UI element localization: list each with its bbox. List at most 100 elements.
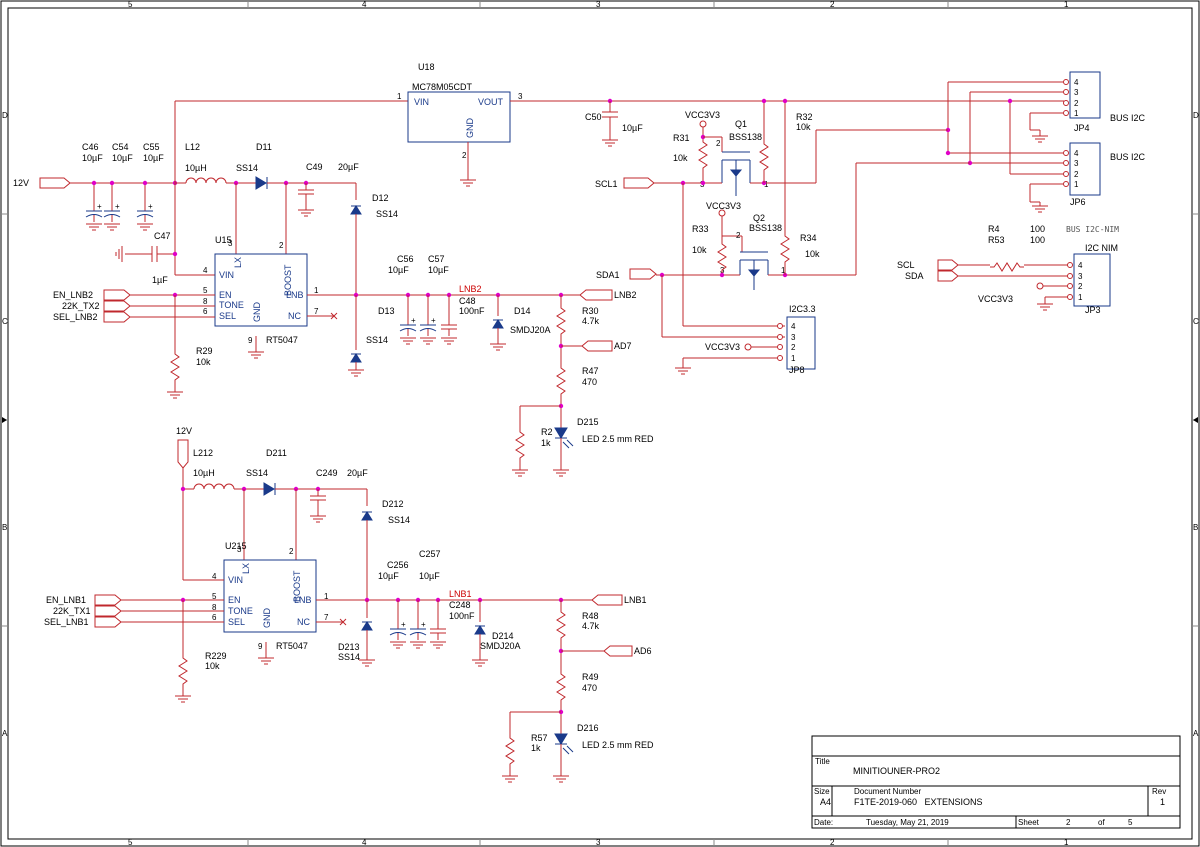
jp4-pin4: 4 [1074, 78, 1079, 87]
input-section: 12V C46 10µF C54 10µF C55 10µF C47 1µF [13, 100, 408, 285]
u15-lx: LX [233, 257, 243, 268]
r29-ref: R29 [196, 346, 213, 356]
row-label: B [1193, 523, 1198, 532]
jp4-ref: JP4 [1074, 123, 1090, 133]
bus-nim-label: BUS I2C-NIM [1066, 225, 1119, 234]
c55-ref: C55 [143, 142, 160, 152]
svg-text:2: 2 [736, 231, 741, 240]
d216-ref: D216 [577, 723, 599, 733]
c46-ref: C46 [82, 142, 99, 152]
col-label: 2 [830, 838, 835, 847]
u215-pin9: 9 [258, 642, 263, 651]
c249-val: 20µF [347, 468, 368, 478]
r57-ref: R57 [531, 733, 548, 743]
col-label: 5 [128, 0, 133, 9]
q1-val: BSS138 [729, 132, 762, 142]
jp6-pin4: 4 [1074, 149, 1079, 158]
port-22k-tx2: 22K_TX2 [62, 301, 100, 311]
col-label: 2 [830, 0, 835, 9]
c57-ref: C57 [428, 254, 445, 264]
u15-sel: SEL [219, 311, 236, 321]
r4-ref: R4 [988, 224, 1000, 234]
lnb2-converter: L12 10µH D11 SS14 C49 20µF D12 SS14 U15 … [53, 142, 654, 477]
c55-val: 10µF [143, 153, 164, 163]
c50-val: 10µF [622, 123, 643, 133]
d216-val: LED 2.5 mm RED [582, 740, 654, 750]
jp8-pin2: 2 [791, 343, 796, 352]
r2-ref: R2 [541, 427, 553, 437]
d11-ref: D11 [256, 142, 272, 152]
u215-pin2: 2 [289, 547, 294, 556]
col-label: 1 [1064, 0, 1069, 9]
u18-part: MC78M05CDT [412, 82, 473, 92]
size-value: A4 [820, 797, 831, 807]
q2-ref: Q2 [753, 213, 765, 223]
row-label: B [2, 523, 7, 532]
r34-val: 10k [805, 249, 820, 259]
u18-ref: U18 [418, 62, 435, 72]
c54-ref: C54 [112, 142, 129, 152]
jp4-label: BUS I2C [1110, 113, 1146, 123]
svg-text:2: 2 [716, 139, 721, 148]
c256-ref: C256 [387, 560, 409, 570]
u15-pin1: 1 [314, 286, 319, 295]
d12-ref: D12 [372, 193, 389, 203]
sheet-value: 2 [1066, 818, 1071, 827]
r30-ref: R30 [582, 306, 599, 316]
c47-val: 1µF [152, 275, 168, 285]
port-en-lnb2: EN_LNB2 [53, 290, 93, 300]
col-label: 3 [596, 838, 601, 847]
r2-val: 1k [541, 438, 551, 448]
col-label: 3 [596, 0, 601, 9]
lnb1-control-ports: EN_LNB1 22K_TX1 SEL_LNB1 [44, 594, 224, 628]
vcc3v3-label: VCC3V3 [685, 110, 720, 120]
d14-val: SMDJ20A [510, 325, 551, 335]
q2-val: BSS138 [749, 223, 782, 233]
u15-pin3: 3 [228, 239, 233, 248]
port-en-lnb1: EN_LNB1 [46, 595, 86, 605]
u15-pin9: 9 [248, 336, 253, 345]
port-sel-lnb2: SEL_LNB2 [53, 312, 98, 322]
lnb2-control-ports: EN_LNB2 22K_TX2 SEL_LNB2 [53, 289, 215, 323]
date-label: Date: [814, 818, 833, 827]
u215-pin7: 7 [324, 613, 329, 622]
port-scl1: SCL1 [595, 179, 618, 189]
c257-val: 10µF [419, 571, 440, 581]
c50-ref: C50 [585, 112, 602, 122]
u215-gnd: GND [262, 608, 272, 629]
i2c-section: C50 10µF VCC3V3 R31 10k 2 Q1 BSS138 3 1 … [585, 71, 1146, 375]
u18-vin: VIN [414, 97, 429, 107]
u18-pin2: 2 [462, 151, 467, 160]
row-label: C [2, 317, 8, 326]
r53-ref: R53 [988, 235, 1005, 245]
c48-ref: C48 [459, 296, 476, 306]
c54-val: 10µF [112, 153, 133, 163]
size-label: Size [814, 787, 830, 796]
net-12v-lnb1: 12V [176, 426, 192, 436]
jp3-pin1: 1 [1078, 293, 1083, 302]
port-sel-lnb1: SEL_LNB1 [44, 617, 89, 627]
d214-val: SMDJ20A [480, 641, 521, 651]
q1-ref: Q1 [735, 119, 747, 129]
u15-pin7: 7 [314, 307, 319, 316]
r32-val: 10k [796, 122, 811, 132]
u15-en: EN [219, 290, 232, 300]
r53-val: 100 [1030, 235, 1045, 245]
r57-val: 1k [531, 743, 541, 753]
d14-ref: D14 [514, 306, 531, 316]
jp6-pin3: 3 [1074, 159, 1079, 168]
c248-val: 100nF [449, 611, 475, 621]
c56-val: 10µF [388, 265, 409, 275]
u15-gnd: GND [252, 302, 262, 323]
r31-ref: R31 [673, 133, 690, 143]
r33-ref: R33 [692, 224, 709, 234]
r33-val: 10k [692, 245, 707, 255]
jp6-ref: JP6 [1070, 197, 1086, 207]
u18-pin3: 3 [518, 92, 523, 101]
port-lnb1: LNB1 [624, 595, 647, 605]
port-sda1: SDA1 [596, 270, 620, 280]
port-lnb2: LNB2 [614, 290, 637, 300]
schematic-sheet: + 5 4 3 2 1 5 4 3 2 1 D C B A D C B A Ti… [0, 0, 1200, 847]
date-value: Tuesday, May 21, 2019 [866, 818, 949, 827]
row-label: C [1193, 317, 1199, 326]
